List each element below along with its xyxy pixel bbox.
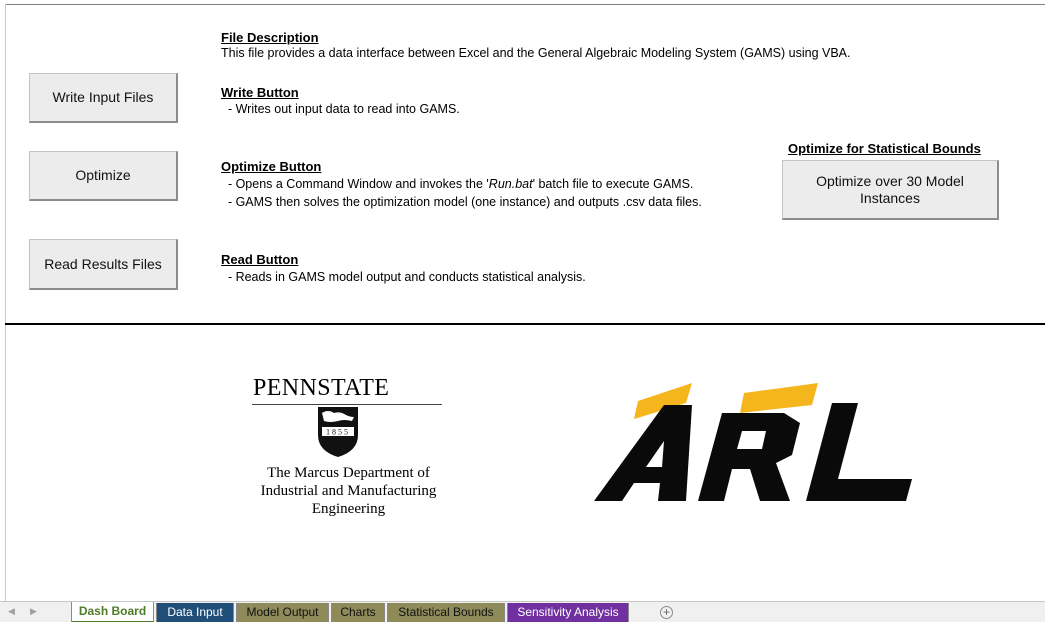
marcus-department-text: The Marcus Department of Industrial and … <box>236 464 461 518</box>
left-border <box>5 4 6 601</box>
dept-line-2: Industrial and Manufacturing <box>260 483 437 499</box>
write-input-files-button[interactable]: Write Input Files <box>29 73 178 123</box>
file-description-text: This file provides a data interface betw… <box>221 46 851 60</box>
optimize-button-line2: - GAMS then solves the optimization mode… <box>221 195 702 209</box>
worksheet-dashboard: Write Input Files Optimize Read Results … <box>0 0 1045 601</box>
optimize-line1-post: ' batch file to execute GAMS. <box>532 177 694 191</box>
nittany-lion-shield-icon: 1855 <box>318 407 358 457</box>
read-button-heading: Read Button <box>221 252 299 267</box>
dept-line-3: Engineering <box>311 501 386 517</box>
optimize-button-heading: Optimize Button <box>221 159 322 174</box>
top-border <box>6 4 1045 5</box>
pennstate-wordmark: PENNSTATE <box>253 375 390 401</box>
optimize-30-instances-button[interactable]: Optimize over 30 Model Instances <box>782 160 999 220</box>
tab-statistical-bounds[interactable]: Statistical Bounds <box>387 603 505 622</box>
tab-charts[interactable]: Charts <box>331 603 385 622</box>
pennstate-logo: PENNSTATE 1855 The Marcus Department of … <box>236 375 461 525</box>
arl-yellow-swoosh-r <box>740 383 818 413</box>
section-divider <box>5 323 1045 325</box>
optimize-line1-pre: - Opens a Command Window and invokes the… <box>221 177 489 191</box>
arl-letter-l <box>806 403 912 501</box>
add-sheet-icon[interactable]: + <box>660 606 673 619</box>
tab-model-output[interactable]: Model Output <box>236 603 329 622</box>
arl-logo <box>594 383 912 501</box>
write-button-text: - Writes out input data to read into GAM… <box>221 102 460 116</box>
scroll-tabs-right-icon[interactable]: ▶ <box>30 606 37 617</box>
scroll-tabs-left-icon[interactable]: ◀ <box>8 606 15 617</box>
optimize-button-line1: - Opens a Command Window and invokes the… <box>221 177 693 192</box>
run-bat-filename: Run.bat <box>488 177 533 191</box>
dept-line-1: The Marcus Department of <box>267 465 430 481</box>
sheet-tab-bar: ◀ ▶ Dash Board Data Input Model Output C… <box>0 601 1045 622</box>
write-button-heading: Write Button <box>221 85 299 100</box>
tab-data-input[interactable]: Data Input <box>156 603 234 622</box>
statistical-bounds-heading: Optimize for Statistical Bounds <box>788 141 981 156</box>
read-results-files-button[interactable]: Read Results Files <box>29 239 178 290</box>
arl-letter-r <box>698 413 800 501</box>
optimize-button[interactable]: Optimize <box>29 151 178 201</box>
read-button-text: - Reads in GAMS model output and conduct… <box>221 270 586 284</box>
tab-sensitivity-analysis[interactable]: Sensitivity Analysis <box>507 603 629 622</box>
pennstate-year: 1855 <box>326 428 350 437</box>
tab-dash-board[interactable]: Dash Board <box>71 602 154 622</box>
file-description-heading: File Description <box>221 30 319 45</box>
arl-letter-a <box>594 405 692 501</box>
